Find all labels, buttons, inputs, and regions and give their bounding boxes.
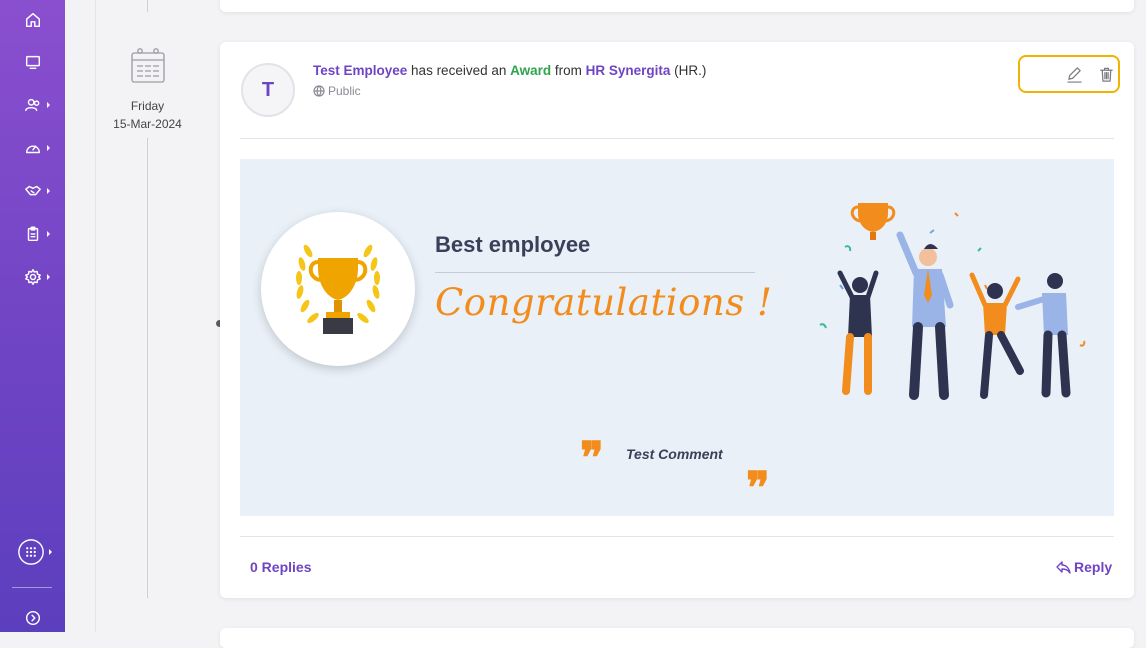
giver-suffix: (HR.) (670, 63, 707, 78)
divider (240, 536, 1114, 537)
monitor-icon[interactable] (20, 51, 46, 73)
reply-button[interactable]: Reply (1056, 559, 1112, 575)
timeline-date: Friday 15-Mar-2024 (100, 46, 195, 131)
dashboard-gauge-icon[interactable] (20, 137, 50, 159)
award-banner: Best employee Congratulations ! ❞ Test C… (240, 159, 1114, 516)
reply-label: Reply (1074, 559, 1113, 575)
replies-count-link[interactable]: 0 Replies (250, 559, 311, 575)
globe-icon (313, 85, 325, 97)
award-title-rule (435, 272, 755, 273)
giver-link[interactable]: HR Synergita (586, 63, 671, 78)
timeline-day: Friday (130, 99, 165, 113)
congratulations-text: Congratulations ! (435, 281, 773, 324)
open-quote-icon: ❞ (580, 433, 604, 484)
post-headline: Test Employee has received an Award from… (313, 63, 706, 78)
caret-right-icon (47, 274, 50, 280)
caret-right-icon (47, 102, 50, 108)
previous-post-card (220, 0, 1134, 12)
next-post-card (220, 628, 1134, 648)
headline-text-received: has received an (407, 63, 511, 78)
apps-grid-icon[interactable] (16, 537, 52, 567)
caret-right-icon (47, 231, 50, 237)
sidebar-gutter (65, 0, 96, 632)
post-actions-highlight (1018, 55, 1120, 93)
visibility-text: Public (328, 84, 361, 98)
close-quote-icon: ❞ (746, 463, 770, 514)
people-icon[interactable] (20, 94, 50, 116)
timeline-line (147, 0, 148, 12)
celebrating-team-illustration (819, 203, 1086, 400)
handshake-icon[interactable] (20, 180, 50, 202)
caret-right-icon (49, 549, 52, 555)
expand-arrow-icon[interactable] (20, 607, 46, 629)
award-word: Award (510, 63, 552, 78)
trophy-laurel-icon (296, 244, 380, 334)
caret-right-icon (47, 145, 50, 151)
visibility-label: Public (313, 84, 361, 98)
calendar-icon (130, 48, 165, 83)
pencil-icon (1066, 66, 1082, 83)
timeline-date-text: 15-Mar-2024 (113, 117, 182, 131)
trophy-badge (261, 212, 415, 366)
award-post-card: T Test Employee has received an Award fr… (220, 42, 1134, 598)
reply-arrow-icon (1056, 560, 1071, 574)
clipboard-icon[interactable] (20, 223, 50, 245)
settings-gear-icon[interactable] (20, 266, 50, 288)
caret-right-icon (47, 188, 50, 194)
sidebar-divider (12, 587, 52, 588)
divider (240, 138, 1114, 139)
home-icon[interactable] (20, 9, 46, 31)
sidebar (0, 0, 65, 632)
edit-button[interactable] (1064, 64, 1084, 84)
trash-icon (1099, 67, 1113, 82)
award-title: Best employee (435, 232, 591, 257)
avatar[interactable]: T (241, 63, 295, 117)
award-comment: Test Comment (626, 446, 723, 462)
headline-text-from: from (551, 63, 586, 78)
delete-button[interactable] (1096, 64, 1116, 84)
timeline-line (147, 138, 148, 598)
employee-link[interactable]: Test Employee (313, 63, 407, 78)
